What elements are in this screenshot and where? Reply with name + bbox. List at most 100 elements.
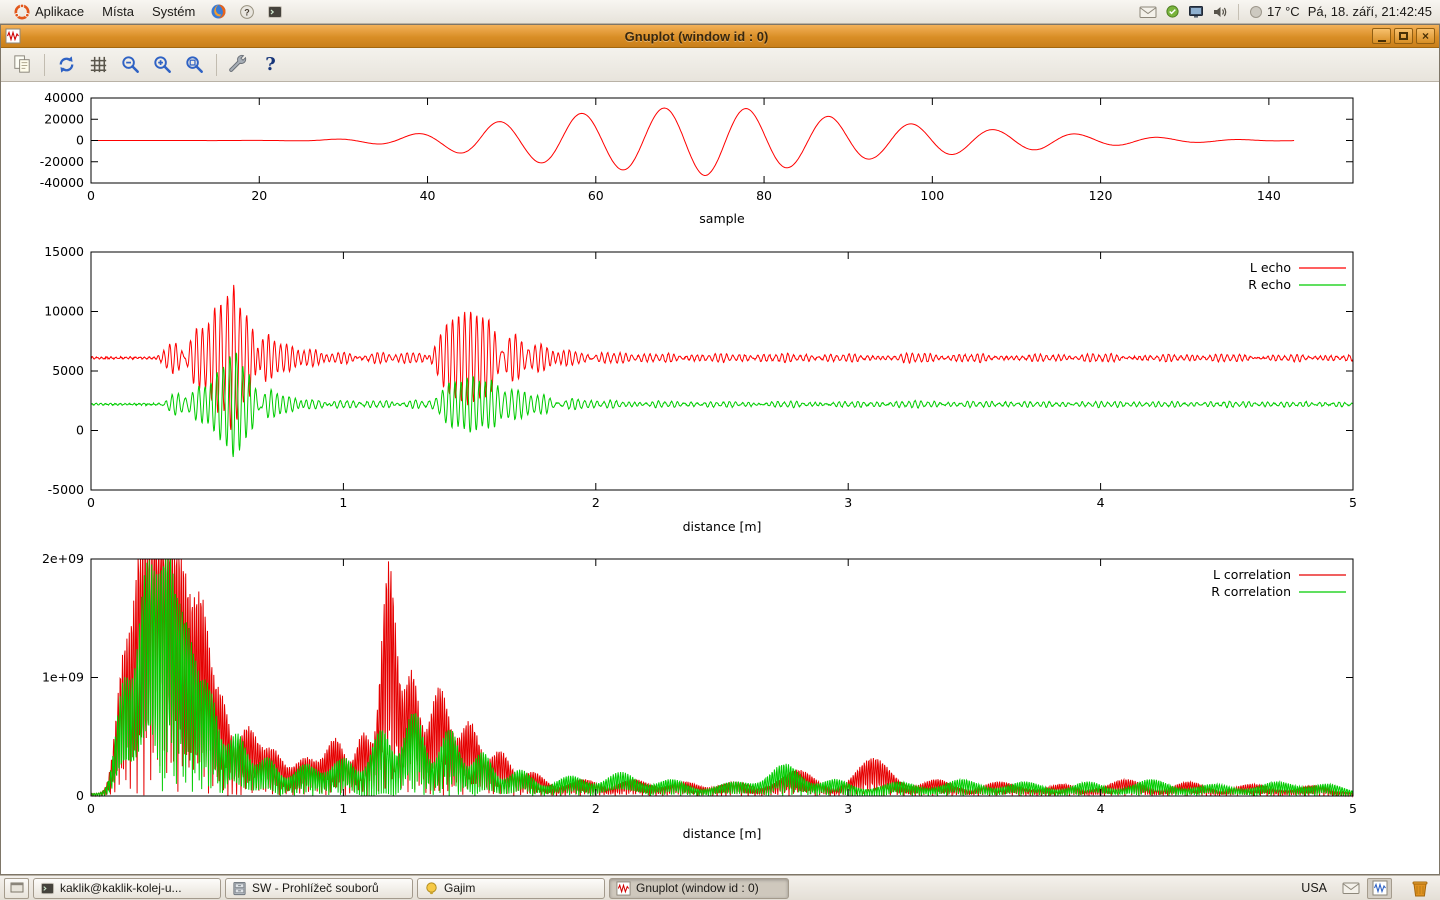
x-axis-label: distance [m]	[683, 519, 762, 534]
trash-icon	[1410, 878, 1430, 898]
toolbar-separator	[216, 54, 217, 76]
mail-tray-button[interactable]	[1338, 878, 1363, 899]
replot-button[interactable]	[52, 51, 81, 78]
legend-label: R echo	[1248, 277, 1291, 292]
volume-applet[interactable]	[1212, 5, 1228, 19]
x-tick-label: 140	[1257, 188, 1281, 203]
y-tick-label: -40000	[40, 175, 84, 190]
x-tick-label: 1	[339, 801, 347, 816]
x-tick-label: 4	[1097, 495, 1105, 510]
plot-series	[91, 285, 1353, 457]
terminal-icon	[40, 881, 55, 896]
y-tick-label: 10000	[44, 304, 84, 319]
copy-icon	[11, 53, 34, 76]
y-tick-label: 15000	[44, 244, 84, 259]
firefox-launcher[interactable]	[204, 0, 233, 23]
zoom-autoscale-button[interactable]	[180, 51, 209, 78]
menu-places[interactable]: Místa	[93, 0, 143, 23]
zoom-next-icon	[151, 53, 174, 76]
echo-chart[interactable]: 012345-5000050001000015000distance [m]L …	[1, 243, 1439, 543]
taskbar-window-file-browser[interactable]: SW - Prohlížeč souborů	[225, 878, 413, 899]
taskbar-window-gnuplot[interactable]: Gnuplot (window id : 0)	[609, 878, 789, 899]
sample-waveform-chart[interactable]: 020406080100120140-40000-200000200004000…	[1, 89, 1439, 241]
show-desktop-icon	[9, 880, 25, 896]
series-r-echo	[91, 353, 1353, 457]
temperature-label: 17 °C	[1267, 4, 1300, 19]
x-tick-label: 20	[251, 188, 267, 203]
weather-icon	[1249, 5, 1263, 19]
legend: L correlation R correlation	[1211, 567, 1346, 599]
gnuplot-tray-button[interactable]	[1367, 878, 1392, 899]
toggle-grid-button[interactable]	[84, 51, 113, 78]
x-tick-label: 0	[87, 801, 95, 816]
help-launcher[interactable]: ?	[233, 0, 261, 23]
y-tick-label: 0	[76, 423, 84, 438]
plot-series	[91, 108, 1294, 176]
legend-label: L correlation	[1213, 567, 1291, 582]
y-tick-label: -20000	[40, 154, 84, 169]
grid-icon	[87, 53, 110, 76]
mail-icon	[1139, 5, 1157, 19]
weather-applet[interactable]: 17 °C	[1249, 4, 1300, 19]
legend: L echoR echo	[1248, 260, 1346, 292]
keyboard-layout-indicator[interactable]: USA	[1294, 881, 1334, 895]
minimize-button[interactable]	[1372, 28, 1391, 44]
minimize-icon	[1378, 40, 1386, 42]
update-notifier-applet[interactable]	[1165, 4, 1180, 19]
zoom-next-button[interactable]	[148, 51, 177, 78]
y-tick-label: 40000	[44, 90, 84, 105]
speaker-icon	[1212, 5, 1228, 19]
zoom-previous-button[interactable]	[116, 51, 145, 78]
remote-desktop-applet[interactable]	[1188, 5, 1204, 19]
svg-text:?: ?	[245, 7, 251, 17]
x-tick-label: 1	[339, 495, 347, 510]
refresh-icon	[55, 53, 78, 76]
monitor-icon	[1188, 5, 1204, 19]
clock-applet[interactable]: Pá, 18. září, 21:42:45	[1308, 4, 1432, 19]
menu-system[interactable]: Systém	[143, 0, 204, 23]
taskbar-window-terminal[interactable]: kaklik@kaklik-kolej-u...	[33, 878, 221, 899]
titlebar[interactable]: Gnuplot (window id : 0) ×	[1, 25, 1439, 48]
x-tick-label: 80	[756, 188, 772, 203]
x-tick-label: 100	[920, 188, 944, 203]
trash-applet[interactable]	[1406, 877, 1434, 900]
correlation-chart[interactable]: 01234501e+092e+09distance [m]L correlati…	[1, 550, 1439, 850]
y-tick-label: 0	[76, 788, 84, 803]
x-tick-label: 0	[87, 188, 95, 203]
y-tick-label: 20000	[44, 111, 84, 126]
firefox-icon	[210, 3, 227, 20]
x-tick-label: 2	[592, 495, 600, 510]
menu-places-label: Místa	[102, 4, 134, 19]
taskbar-window-gajim[interactable]: Gajim	[417, 878, 605, 899]
window-controls: ×	[1372, 28, 1435, 44]
terminal-launcher[interactable]	[261, 0, 289, 23]
maximize-button[interactable]	[1394, 28, 1413, 44]
show-desktop-button[interactable]	[4, 878, 29, 899]
top-panel: Aplikace Místa Systém ?	[0, 0, 1440, 24]
gnuplot-window: Gnuplot (window id : 0) ×	[0, 24, 1440, 875]
series-chirp-signal	[91, 108, 1294, 176]
ubuntu-logo-icon	[14, 4, 30, 20]
gajim-icon	[424, 881, 439, 896]
help-icon: ?	[265, 54, 276, 75]
taskbar-window-label: Gajim	[444, 881, 598, 895]
menu-system-label: Systém	[152, 4, 195, 19]
config-button[interactable]	[224, 51, 253, 78]
menu-applications[interactable]: Aplikace	[5, 0, 93, 23]
panel-left: Aplikace Místa Systém ?	[5, 0, 289, 23]
x-tick-label: 5	[1349, 495, 1357, 510]
copy-to-clipboard-button[interactable]	[8, 51, 37, 78]
taskbar-window-label: Gnuplot (window id : 0)	[636, 881, 782, 895]
close-button[interactable]: ×	[1416, 28, 1435, 44]
y-tick-label: -5000	[48, 482, 84, 497]
plot-series	[91, 559, 1353, 796]
mail-notification-applet[interactable]	[1139, 5, 1157, 19]
x-tick-label: 40	[420, 188, 436, 203]
menu-applications-label: Aplikace	[35, 4, 84, 19]
legend-label: R correlation	[1211, 584, 1291, 599]
maximize-icon	[1399, 32, 1408, 40]
help-button[interactable]: ?	[256, 51, 285, 78]
taskbar-window-label: SW - Prohlížeč souborů	[252, 881, 406, 895]
x-tick-label: 3	[844, 801, 852, 816]
plot-client-area: 020406080100120140-40000-200000200004000…	[1, 83, 1439, 874]
